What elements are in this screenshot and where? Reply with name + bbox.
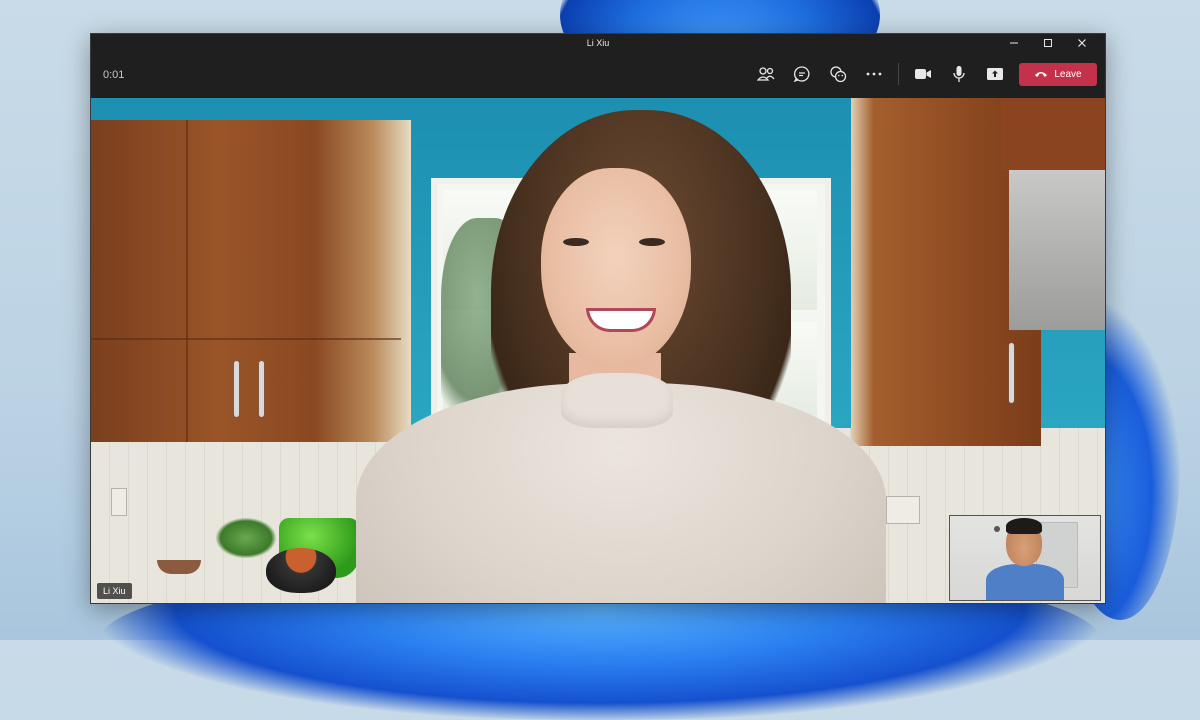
reactions-icon [830, 66, 847, 83]
reactions-button[interactable] [820, 59, 856, 89]
share-screen-icon [987, 68, 1003, 80]
cabinet [91, 120, 411, 442]
people-icon [757, 67, 775, 81]
camera-icon [915, 69, 931, 79]
teams-call-window: Li Xiu 0:01 Leave Li Xiu [90, 33, 1106, 604]
call-timer: 0:01 [103, 68, 125, 81]
chat-icon [793, 66, 810, 83]
participant-face [541, 168, 691, 368]
title-bar: Li Xiu [91, 34, 1105, 51]
participant-video: Li Xiu [91, 98, 1105, 603]
minimize-icon [1010, 42, 1018, 43]
more-options-button[interactable] [856, 59, 892, 89]
window-controls [997, 34, 1099, 51]
camera-button[interactable] [905, 59, 941, 89]
microphone-button[interactable] [941, 59, 977, 89]
maximize-icon [1044, 38, 1052, 47]
call-toolbar: 0:01 Leave [91, 51, 1105, 98]
more-icon [866, 72, 882, 76]
close-icon [1078, 38, 1086, 47]
leave-button[interactable]: Leave [1019, 62, 1097, 86]
self-view-video[interactable] [949, 515, 1101, 601]
participants-button[interactable] [748, 59, 784, 89]
hang-up-icon [1035, 72, 1048, 77]
share-screen-button[interactable] [977, 59, 1013, 89]
microphone-icon [953, 66, 965, 82]
call-controls: Leave [748, 59, 1097, 89]
participant-name-tag: Li Xiu [97, 583, 132, 599]
close-button[interactable] [1065, 34, 1099, 51]
chat-button[interactable] [784, 59, 820, 89]
window-title: Li Xiu [586, 37, 610, 48]
range-hood [1009, 170, 1105, 330]
toolbar-divider [898, 63, 899, 85]
minimize-button[interactable] [997, 34, 1031, 51]
leave-label: Leave [1054, 68, 1082, 80]
maximize-button[interactable] [1031, 34, 1065, 51]
bowl [266, 548, 336, 593]
